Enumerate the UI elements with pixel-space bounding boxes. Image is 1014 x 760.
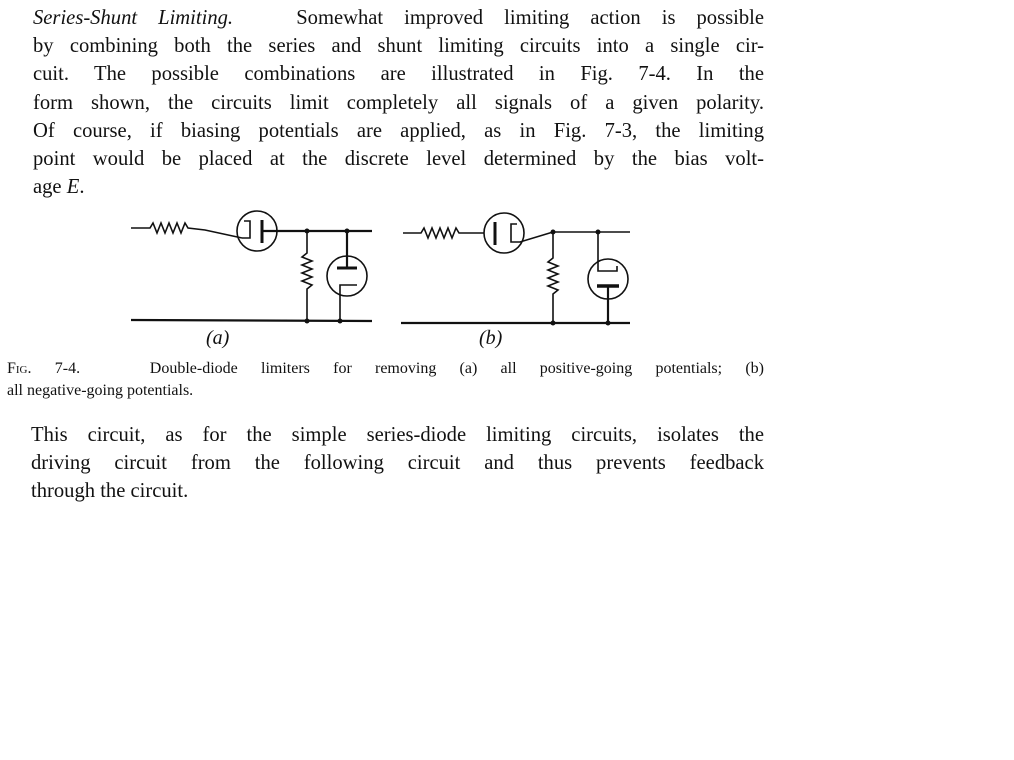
circuit-b xyxy=(401,212,630,326)
paragraph-isolation: This circuit, as for the simple series-d… xyxy=(7,421,764,506)
figure-number: Fig. 7-4. xyxy=(7,360,81,377)
series-diode-a-cathode xyxy=(242,220,251,239)
caption-line: all negative-going potentials. xyxy=(7,382,194,399)
shunt-diode-b-cathode xyxy=(597,232,618,272)
figure-caption: Fig. 7-4. Double-diode limiters for remo… xyxy=(7,358,764,402)
shunt-resistor-a xyxy=(299,231,315,321)
ground-line-a xyxy=(130,318,373,323)
series-diode-b xyxy=(483,212,525,254)
series-resistor-b xyxy=(403,225,484,241)
figure-label-a: (a) xyxy=(206,327,230,349)
figure-label-b: (b) xyxy=(479,327,503,349)
series-resistor-a xyxy=(131,220,243,239)
shunt-diode-a-cathode xyxy=(339,284,357,321)
caption-line: Double-diode limiters for removing (a) a… xyxy=(149,360,764,377)
shunt-resistor-b xyxy=(545,232,561,323)
text-line: driving circuit from the following circu… xyxy=(31,452,764,475)
circuit-a xyxy=(130,210,373,324)
series-diode-b-cathode xyxy=(510,223,554,243)
text-line: through the circuit. xyxy=(31,480,189,503)
text-line: This circuit, as for the simple series-d… xyxy=(31,424,764,446)
